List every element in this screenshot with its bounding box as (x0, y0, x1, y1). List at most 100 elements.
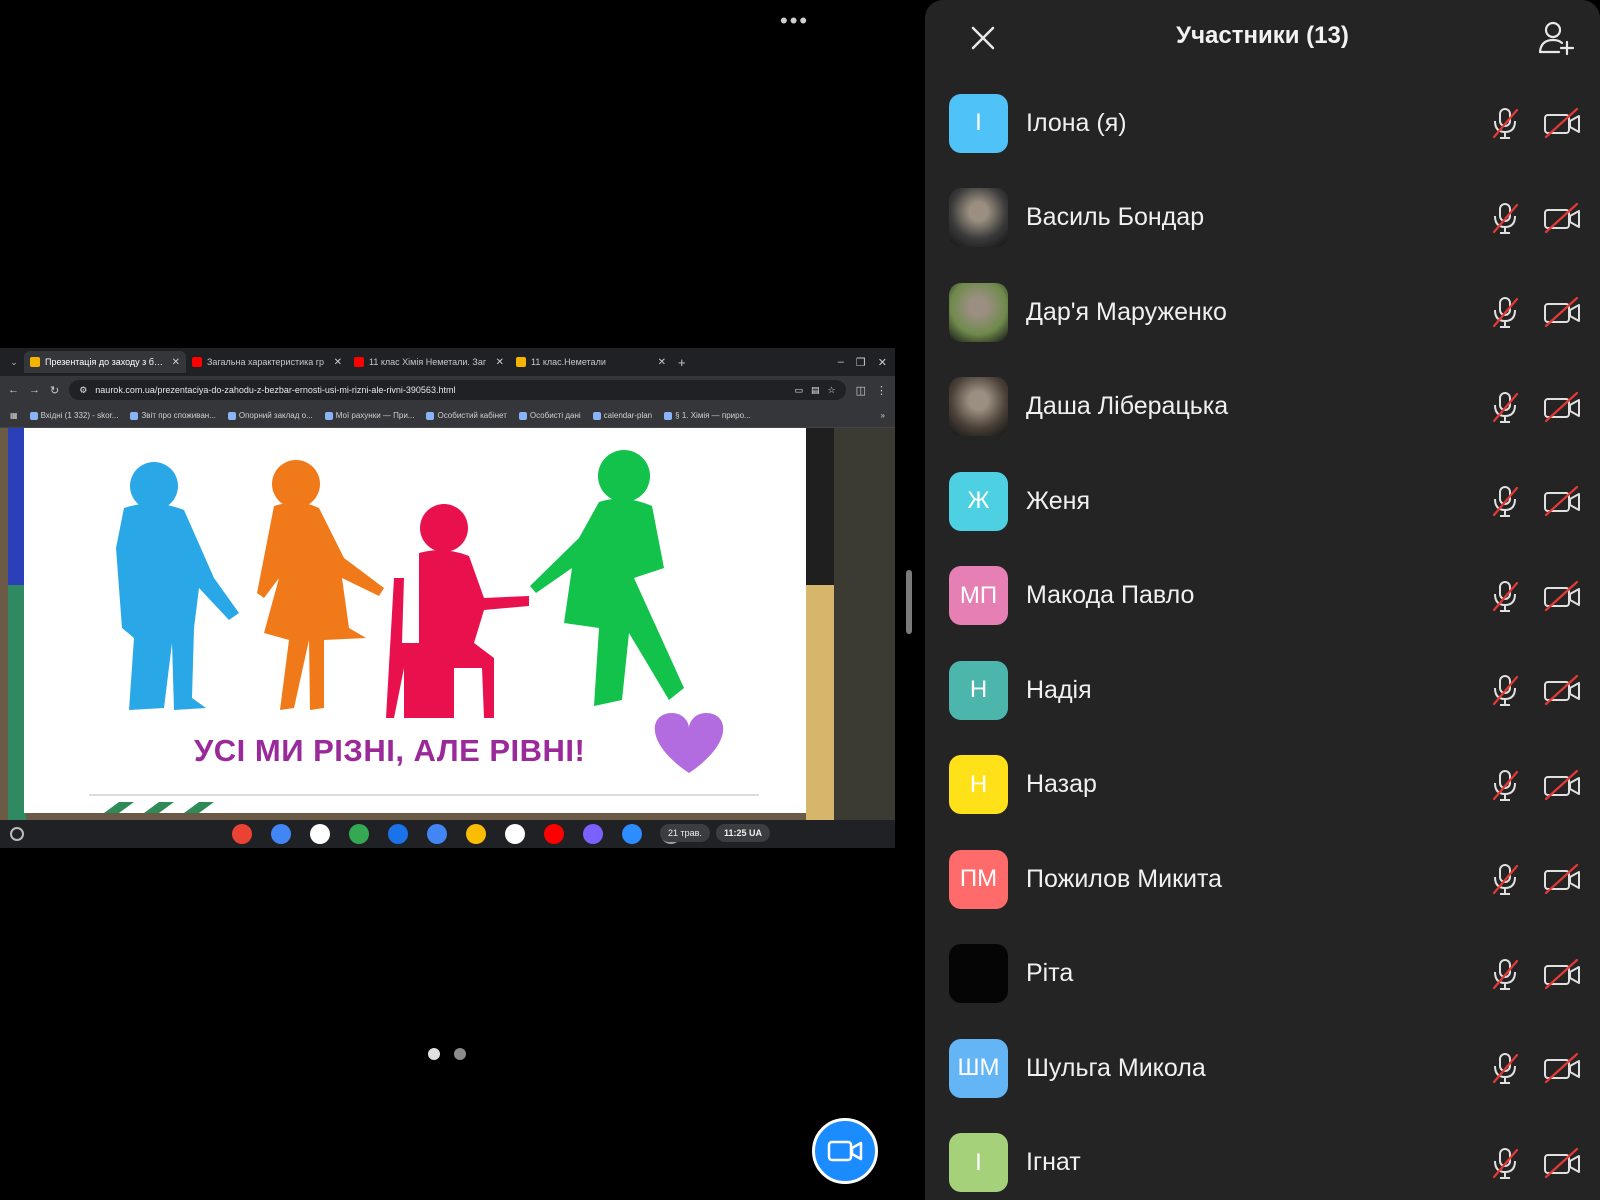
shelf-app-icon[interactable] (466, 824, 486, 844)
url-text: naurok.com.ua/prezentaciya-do-zahodu-z-b… (95, 385, 456, 395)
shelf-app-icon[interactable] (583, 824, 603, 844)
participant-row[interactable]: Даша Ліберацька (925, 360, 1600, 454)
participant-name: Дар'я Маруженко (1026, 297, 1227, 326)
browser-tab[interactable]: Загальна характеристика гр ✕ (186, 351, 348, 373)
bookmark-item[interactable]: calendar-plan (592, 411, 652, 420)
shelf-app-icon[interactable] (232, 824, 252, 844)
shelf-app-icon[interactable] (505, 824, 525, 844)
invite-participant-button[interactable] (1537, 18, 1577, 58)
bookmark-star-icon[interactable]: ☆ (828, 385, 836, 396)
shelf-app-icon[interactable] (388, 824, 408, 844)
minimize-icon[interactable]: – (838, 356, 844, 369)
participant-row[interactable]: Дар'я Маруженко (925, 265, 1600, 359)
browser-tab[interactable]: 11 клас Хімія Неметали. Заг ✕ (348, 351, 510, 373)
mic-muted-icon (1492, 297, 1519, 328)
browser-toolbar: ← → ↻ ⚙ naurok.com.ua/prezentaciya-do-za… (0, 376, 895, 404)
participant-name: Ілона (я) (1026, 108, 1127, 137)
system-tray[interactable]: 21 трав. 11:25 UA (660, 824, 770, 842)
participant-name: Шульга Микола (1026, 1053, 1206, 1082)
restore-icon[interactable]: ❐ (856, 356, 866, 369)
translate-icon[interactable]: ▤ (811, 385, 820, 396)
participant-row[interactable]: Ріта (925, 927, 1600, 1021)
shelf-app-icon[interactable] (310, 824, 330, 844)
browser-tab-bar: ⌄ Презентація до заходу з безб ✕ Загальна … (0, 348, 895, 376)
bookmark-item[interactable]: Звіт про споживан... (130, 411, 216, 420)
mic-muted-icon (1492, 202, 1519, 234)
video-camera-button[interactable] (812, 1118, 878, 1184)
tray-date: 21 трав. (660, 824, 710, 842)
bookmark-item[interactable]: Мої рахунки — При... (324, 411, 415, 420)
cast-icon[interactable]: ▭ (794, 385, 803, 396)
bookmark-item[interactable]: § 1. Хімія — приро... (664, 411, 751, 420)
blue-child-figure (116, 462, 239, 710)
participant-row[interactable]: Ж Женя (925, 454, 1600, 548)
mic-muted-icon (1492, 1053, 1519, 1084)
bookmark-item[interactable]: Особисті дані (518, 411, 581, 420)
avatar: І (949, 93, 1008, 153)
bookmarks-overflow-button[interactable]: » (881, 411, 885, 420)
window-controls: – ❐ ✕ (838, 356, 895, 369)
page-dot[interactable] (428, 1048, 440, 1060)
tab-favicon-icon (192, 357, 202, 367)
bookmark-item[interactable]: Вхідні (1 332) - skor... (29, 411, 118, 420)
tab-search-icon[interactable]: ⌄ (4, 357, 24, 368)
screen-share: ⌄ Презентація до заходу з безб ✕ Загальна … (0, 348, 895, 848)
site-info-icon[interactable]: ⚙ (79, 385, 87, 396)
bookmark-favicon-icon (227, 411, 236, 420)
close-tab-icon[interactable]: ✕ (658, 357, 666, 368)
bookmark-item[interactable]: Особистий кабінет (426, 411, 507, 420)
shelf-app-icon[interactable] (427, 824, 447, 844)
camera-off-icon (1544, 485, 1580, 517)
avatar: Н (949, 660, 1008, 720)
avatar: Ж (949, 471, 1008, 531)
reload-icon[interactable]: ↻ (50, 384, 59, 397)
browser-tab[interactable]: 11 клас.Неметали ✕ (510, 351, 672, 373)
page-indicator[interactable] (428, 1048, 466, 1060)
bookmark-label: Особистий кабінет (437, 411, 507, 420)
bookmark-label: Мої рахунки — При... (335, 411, 415, 420)
participant-row[interactable]: Василь Бондар (925, 171, 1600, 265)
bookmark-item[interactable]: Опорний заклад о... (227, 411, 313, 420)
new-tab-button[interactable]: + (678, 355, 686, 370)
shelf-app-icon[interactable] (622, 824, 642, 844)
participant-row[interactable]: ПМ Пожилов Микита (925, 832, 1600, 926)
bookmark-favicon-icon (664, 411, 673, 420)
participant-row[interactable]: ШМ Шульга Микола (925, 1021, 1600, 1115)
orange-child-figure (257, 460, 384, 710)
extensions-icon[interactable]: ◫ (856, 384, 866, 397)
mic-muted-icon (1492, 675, 1519, 706)
presentation-view: УСІ МИ РІЗНІ, АЛЕ РІВНІ! (0, 428, 895, 820)
os-shelf: 21 трав. 11:25 UA (0, 820, 895, 848)
participant-row[interactable]: Н Надія (925, 643, 1600, 737)
shelf-app-icon[interactable] (544, 824, 564, 844)
participant-name: Ігнат (1026, 1148, 1081, 1176)
split-drag-handle[interactable] (906, 570, 912, 634)
address-bar[interactable]: ⚙ naurok.com.ua/prezentaciya-do-zahodu-z… (69, 380, 846, 400)
tab-title: Загальна характеристика гр (207, 357, 325, 367)
avatar: ПМ (949, 849, 1008, 909)
close-tab-icon[interactable]: ✕ (334, 357, 342, 368)
more-options-button[interactable]: ••• (780, 8, 809, 34)
menu-icon[interactable]: ⋮ (876, 384, 887, 397)
mic-muted-icon (1492, 769, 1519, 801)
browser-tab[interactable]: Презентація до заходу з безб ✕ (24, 351, 186, 373)
close-tab-icon[interactable]: ✕ (496, 357, 504, 368)
shelf-app-icon[interactable] (349, 824, 369, 844)
page-dot[interactable] (454, 1048, 466, 1060)
launcher-icon[interactable] (10, 827, 24, 841)
participant-row[interactable]: І Ілона (я) (925, 76, 1600, 170)
shelf-app-icon[interactable] (271, 824, 291, 844)
close-tab-icon[interactable]: ✕ (172, 357, 180, 368)
close-window-icon[interactable]: ✕ (878, 356, 887, 369)
bookmark-favicon-icon (130, 411, 139, 420)
participant-row[interactable]: МП Макода Павло (925, 549, 1600, 643)
apps-grid-icon[interactable]: ▦ (10, 411, 18, 420)
mic-muted-icon (1492, 958, 1519, 990)
forward-icon[interactable]: → (29, 384, 40, 396)
camera-off-icon (1544, 202, 1580, 233)
back-icon[interactable]: ← (8, 384, 19, 396)
participant-row[interactable]: Н Назар (925, 738, 1600, 832)
camera-off-icon (1544, 863, 1580, 895)
participant-row[interactable]: І Ігнат (925, 1116, 1600, 1200)
participant-name: Женя (1026, 486, 1091, 515)
